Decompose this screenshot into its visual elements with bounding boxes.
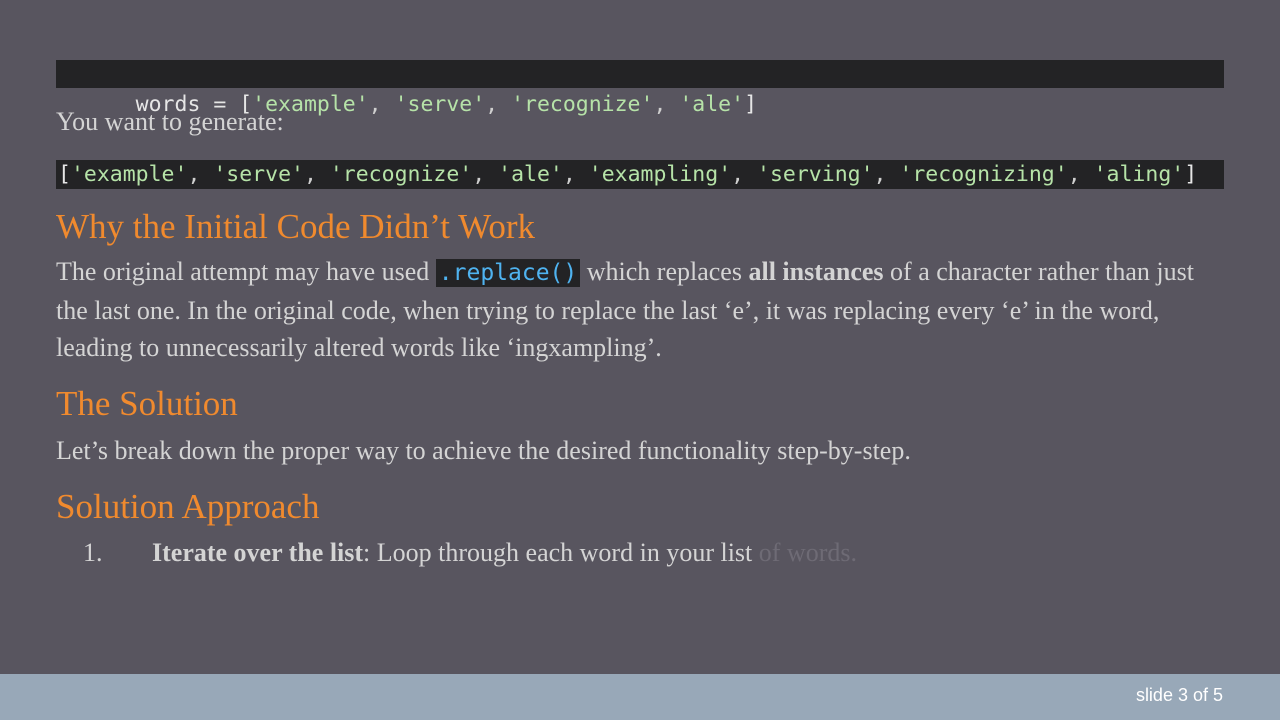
code-separator: , [187,162,214,187]
slide-content: words = ['example', 'serve', 'recognize'… [56,60,1224,569]
code-separator: , [368,92,395,117]
code-string: 'example' [70,162,188,187]
why-paragraph: The original attempt may have used .repl… [56,253,1224,366]
heading-why: Why the Initial Code Didn’t Work [56,207,536,246]
code-separator: , [562,162,589,187]
code-separator: , [653,92,680,117]
code-string: 'recognize' [511,92,654,117]
list-faded-text: of words. [752,538,857,567]
code-string: 'serve' [213,162,304,187]
code-prefix: [ [58,162,71,187]
list-bold-text: Iterate over the list [152,538,364,567]
code-block-words: words = ['example', 'serve', 'recognize'… [56,60,1224,117]
code-separator: , [472,162,499,187]
code-suffix: ] [1184,162,1198,187]
heading-approach: Solution Approach [56,487,320,526]
code-separator: , [303,162,330,187]
code-string: 'ale' [498,162,563,187]
list-number: 1. [83,538,103,567]
code-block-output: ['example', 'serve', 'recognize', 'ale',… [56,160,1224,189]
code-string: 'ale' [679,92,745,117]
why-bold-text: all instances [748,257,884,286]
code-separator: , [1067,162,1094,187]
code-string: 'recognize' [329,162,473,187]
code-separator: , [731,162,758,187]
code-separator: , [873,162,900,187]
list-item: 1. Iterate over the list: Loop through ea… [56,537,1224,569]
slide: words = ['example', 'serve', 'recognize'… [0,0,1280,674]
code-string: 'exampling' [588,162,732,187]
why-text: which replaces [580,257,749,286]
heading-solution: The Solution [56,384,238,423]
code-string: 'recognizing' [899,162,1068,187]
why-text: The original attempt may have used [56,257,436,286]
code-suffix: ] [744,92,758,117]
code-separator: , [485,92,512,117]
code-string: 'aling' [1093,162,1185,187]
code-string: 'serve' [394,92,486,117]
footer-bar: slide 3 of 5 [0,674,1280,720]
solution-paragraph: Let’s break down the proper way to achie… [56,436,911,465]
inline-code: .replace() [435,259,581,287]
code-string: 'serving' [757,162,874,187]
slide-counter: slide 3 of 5 [1135,685,1223,705]
list-text: : Loop through each word in your list [363,538,753,567]
